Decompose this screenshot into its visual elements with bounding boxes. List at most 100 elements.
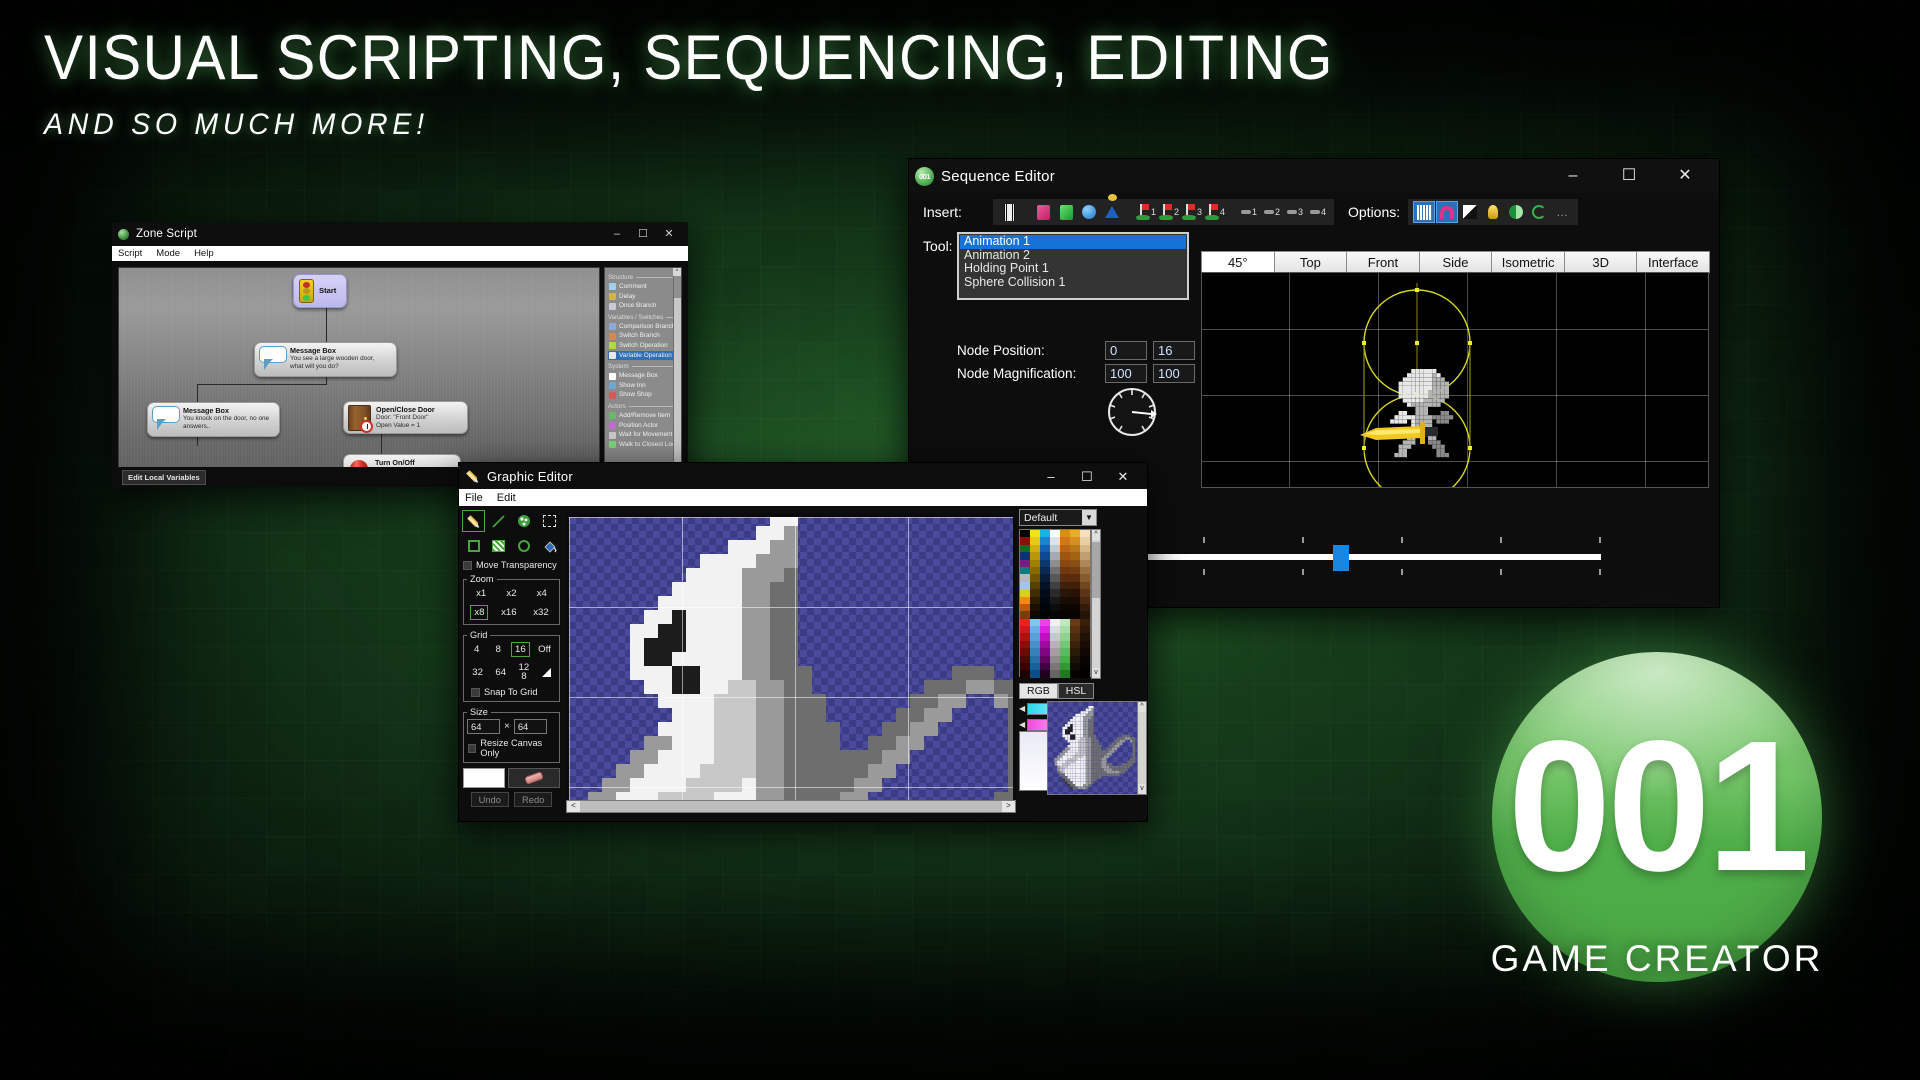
color-swatch[interactable] [1080,567,1090,574]
palette-item-variable-operation[interactable]: Variable Operation [608,351,679,361]
flag-1-icon[interactable]: 1 [1136,202,1156,222]
move-transparency-checkbox[interactable]: Move Transparency [463,560,561,570]
pencil-tool-icon[interactable] [462,510,485,532]
color-swatch[interactable] [1070,552,1080,559]
color-swatch[interactable] [1070,670,1080,677]
color-swatch[interactable] [1060,633,1070,640]
color-swatch[interactable] [1050,648,1060,655]
color-swatch[interactable] [1070,560,1080,567]
color-swatch[interactable] [1050,552,1060,559]
color-swatch[interactable] [1040,582,1050,589]
color-swatch[interactable] [1080,663,1090,670]
palette-item-show-shop[interactable]: Show Shop [608,390,679,400]
color-swatch[interactable] [1060,574,1070,581]
color-swatch[interactable] [1080,641,1090,648]
flag-2-icon[interactable]: 2 [1159,202,1179,222]
grid-16-button[interactable]: 16 [511,642,530,657]
grid-triangle-icon[interactable] [538,666,555,679]
color-swatch[interactable] [1070,641,1080,648]
node-open-close-door[interactable]: Open/Close Door Door: "Front Door" Open … [343,401,468,434]
color-swatch[interactable] [1060,656,1070,663]
color-swatch[interactable] [1030,582,1040,589]
color-swatch[interactable] [1040,656,1050,663]
flag-4-icon[interactable]: 4 [1205,202,1225,222]
color-swatch[interactable] [1080,582,1090,589]
palette-item-walk-to-closest-loca[interactable]: Walk to Closest Loca [608,440,679,450]
color-swatch[interactable] [1040,597,1050,604]
node-position-x[interactable]: 0 [1105,341,1147,360]
color-swatch[interactable] [1050,589,1060,596]
grid-icon[interactable] [1414,202,1434,222]
color-swatch[interactable] [1020,648,1030,655]
color-swatch[interactable] [1050,663,1060,670]
color-swatch[interactable] [1040,560,1050,567]
cube-green-icon[interactable] [1056,202,1076,222]
color-swatch[interactable] [1020,537,1030,544]
color-swatch[interactable] [1080,545,1090,552]
color-swatch[interactable] [1030,626,1040,633]
color-swatch[interactable] [1020,567,1030,574]
palette-item-delay[interactable]: Delay [608,292,679,302]
palette-item-switch-operation[interactable]: Switch Operation [608,341,679,351]
zoom-x2-button[interactable]: x2 [502,586,520,601]
paint-bucket-tool-icon[interactable] [538,535,561,557]
color-swatch[interactable] [1070,619,1080,626]
zone-script-window[interactable]: Zone Script – ☐ ✕ Script Mode Help Start… [112,222,688,487]
scroll-up-icon[interactable]: ^ [1092,530,1100,540]
color-swatch[interactable] [1050,641,1060,648]
palette-item-once-branch[interactable]: Once Branch [608,301,679,311]
close-button[interactable]: ✕ [656,223,682,245]
color-swatch[interactable] [1040,530,1050,537]
fill-pattern-tool-icon[interactable] [487,535,510,557]
color-swatch[interactable] [1060,530,1070,537]
color-swatches[interactable] [1019,529,1091,677]
3d-viewport[interactable] [1201,272,1709,488]
color-swatch[interactable] [1080,619,1090,626]
color-swatch[interactable] [1030,656,1040,663]
timeline-thumb[interactable] [1333,545,1349,571]
color-swatch[interactable] [1020,670,1030,677]
color-swatch[interactable] [1030,641,1040,648]
color-swatch[interactable] [1080,552,1090,559]
snap-to-grid-checkbox[interactable]: Snap To Grid [471,687,556,697]
color-swatch[interactable] [1070,545,1080,552]
palette-scrollbar[interactable]: ^ v [1091,529,1101,679]
color-swatch[interactable] [1060,597,1070,604]
color-swatch[interactable] [1040,545,1050,552]
minimize-button[interactable]: – [604,223,630,245]
color-swatch[interactable] [1040,604,1050,611]
color-swatch[interactable] [1080,530,1090,537]
color-swatch[interactable] [1060,626,1070,633]
color-swatch[interactable] [1020,633,1030,640]
color-swatch[interactable] [1060,545,1070,552]
dash-3-icon[interactable]: 3 [1285,202,1305,222]
color-swatch[interactable] [1060,589,1070,596]
eraser-button[interactable] [508,768,560,788]
rectangle-tool-icon[interactable] [462,535,485,557]
color-swatch[interactable] [1040,574,1050,581]
node-magnification-x[interactable]: 100 [1105,364,1147,383]
color-swatch[interactable] [1050,545,1060,552]
color-swatch[interactable] [1020,560,1030,567]
color-swatch[interactable] [1070,582,1080,589]
node-message-box-2[interactable]: Message Box You knock on the door, no on… [147,402,280,437]
color-swatch[interactable] [1060,560,1070,567]
dash-4-icon[interactable]: 4 [1308,202,1328,222]
zoom-x4-button[interactable]: x4 [533,586,551,601]
minimize-button[interactable]: – [1033,464,1069,488]
color-swatch[interactable] [1070,574,1080,581]
color-swatch[interactable] [1030,537,1040,544]
maximize-button[interactable]: ☐ [630,223,656,245]
node-list-item[interactable]: Sphere Collision 1 [960,276,1186,290]
menu-mode[interactable]: Mode [156,248,180,259]
color-picker-tool-icon[interactable] [513,510,536,532]
color-swatch[interactable] [1020,589,1030,596]
node-message-box-1[interactable]: Message Box You see a large wooden door,… [254,342,397,377]
color-swatch[interactable] [1070,567,1080,574]
zoom-x32-button[interactable]: x32 [529,605,552,620]
zoom-x8-button[interactable]: x8 [470,605,488,620]
tab-hsl[interactable]: HSL [1058,683,1094,699]
canvas-horizontal-scrollbar[interactable]: < > [566,800,1016,813]
color-swatch[interactable] [1060,604,1070,611]
node-list[interactable]: Animation 1 Animation 2 Holding Point 1 Sph… [957,232,1189,300]
